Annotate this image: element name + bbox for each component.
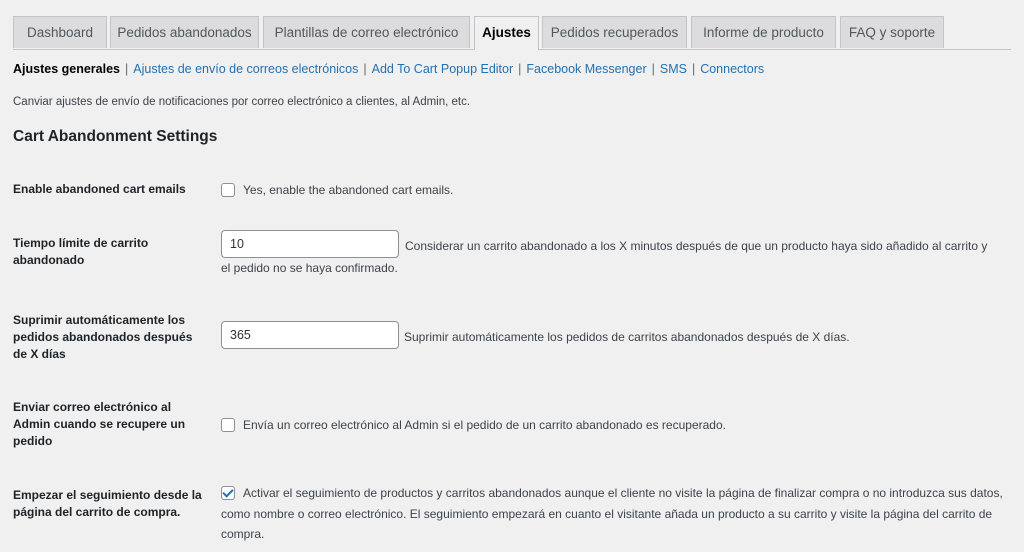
auto-delete-description: Suprimir automáticamente los pedidos de …	[404, 330, 850, 344]
auto-delete-label: Suprimir automáticamente los pedidos aba…	[13, 313, 193, 361]
enable-emails-checkbox-label[interactable]: Yes, enable the abandoned cart emails.	[243, 183, 453, 197]
admin-recovery-email-checkbox[interactable]	[221, 418, 235, 432]
tab-plantillas-correo[interactable]: Plantillas de correo electrónico	[263, 16, 470, 48]
auto-delete-days-input[interactable]	[221, 321, 399, 349]
subnav-link-add-to-cart-popup[interactable]: Add To Cart Popup Editor	[372, 62, 514, 76]
cart-page-tracking-label: Empezar el seguimiento desde la página d…	[13, 488, 202, 519]
subnav-link-email-settings[interactable]: Ajustes de envío de correos electrónicos	[133, 62, 358, 76]
subnav-separator: |	[125, 62, 129, 76]
subnav-separator: |	[651, 62, 655, 76]
tab-ajustes[interactable]: Ajustes	[474, 16, 539, 50]
subnav-current-ajustes-generales: Ajustes generales	[13, 62, 120, 76]
tab-pedidos-abandonados[interactable]: Pedidos abandonados	[110, 16, 259, 48]
subnav-link-facebook-messenger[interactable]: Facebook Messenger	[526, 62, 646, 76]
section-title: Cart Abandonment Settings	[13, 128, 218, 145]
tab-faq-soporte[interactable]: FAQ y soporte	[840, 16, 944, 48]
admin-recovery-email-label: Enviar correo electrónico al Admin cuand…	[13, 400, 186, 448]
subnav-separator: |	[363, 62, 367, 76]
subnav-link-connectors[interactable]: Connectors	[700, 62, 764, 76]
cutoff-time-label: Tiempo límite de carrito abandonado	[13, 236, 149, 267]
cart-page-tracking-description[interactable]: Activar el seguimiento de productos y ca…	[221, 483, 1006, 545]
page-description: Canviar ajustes de envío de notificacion…	[13, 96, 471, 108]
settings-subnav: Ajustes generales | Ajustes de envío de co…	[13, 62, 764, 76]
enable-emails-label: Enable abandoned cart emails	[13, 182, 186, 196]
subnav-separator: |	[691, 62, 696, 76]
tab-dashboard[interactable]: Dashboard	[13, 16, 107, 48]
tab-informe-producto[interactable]: Informe de producto	[691, 16, 836, 48]
enable-emails-checkbox[interactable]	[221, 183, 235, 197]
tab-pedidos-recuperados[interactable]: Pedidos recuperados	[542, 16, 687, 48]
settings-tab-bar: Dashboard Pedidos abandonados Plantillas…	[13, 16, 1011, 50]
admin-recovery-email-checkbox-label[interactable]: Envía un correo electrónico al Admin si …	[243, 418, 726, 432]
subnav-link-sms[interactable]: SMS	[660, 62, 687, 76]
cutoff-time-description: Considerar un carrito abandonado a los X…	[221, 239, 988, 275]
subnav-separator: |	[518, 62, 522, 76]
